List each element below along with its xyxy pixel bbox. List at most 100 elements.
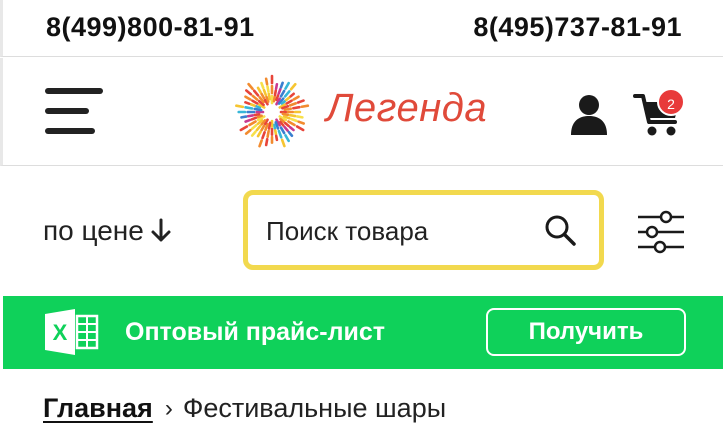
- logo-ray: [264, 137, 269, 147]
- logo-ray: [272, 95, 276, 103]
- phone-link-left[interactable]: 8(499)800-81-91: [46, 12, 255, 43]
- logo-ray: [292, 95, 300, 101]
- sort-by-price-button[interactable]: по цене: [43, 215, 172, 247]
- logo-ray: [273, 89, 278, 97]
- logo-ray: [297, 120, 305, 125]
- logo-ray: [250, 123, 258, 131]
- wholesale-price-banner: X Оптовый прайс-лист Получить: [3, 296, 723, 369]
- logo-ray: [246, 114, 254, 118]
- logo-ray: [280, 138, 286, 148]
- logo-ray: [274, 83, 279, 90]
- user-icon[interactable]: [569, 93, 609, 135]
- logo-ray: [240, 115, 248, 119]
- logo-ray: [250, 130, 257, 137]
- hamburger-menu-icon[interactable]: [45, 86, 103, 136]
- excel-icon: X: [45, 309, 99, 355]
- logo-ray: [277, 129, 283, 139]
- get-price-list-button[interactable]: Получить: [486, 308, 686, 356]
- logo-ray: [283, 90, 291, 98]
- logo-ray: [235, 104, 245, 109]
- catalog-toolbar: по цене: [0, 167, 723, 295]
- breadcrumb: Главная › Фестивальные шары: [43, 393, 446, 424]
- breadcrumb-current: Фестивальные шары: [182, 393, 447, 423]
- logo-ray: [284, 81, 290, 90]
- logo-ray: [296, 99, 305, 104]
- phone-link-right[interactable]: 8(495)737-81-91: [473, 12, 682, 43]
- site-logo[interactable]: Легенда: [233, 72, 503, 152]
- logo-ray: [256, 114, 263, 119]
- breadcrumb-separator: ›: [164, 394, 173, 422]
- logo-ray: [287, 120, 296, 127]
- logo-ray: [300, 104, 310, 109]
- logo-ray: [260, 124, 266, 132]
- logo-sunburst-icon: [235, 74, 310, 148]
- logo-ray: [295, 115, 304, 119]
- logo-ray: [264, 77, 269, 86]
- search-input[interactable]: [266, 213, 526, 249]
- logo-ray: [266, 85, 270, 93]
- arrow-down-icon: [151, 218, 171, 242]
- breadcrumb-home-link[interactable]: Главная: [43, 393, 153, 424]
- logo-ray: [261, 131, 266, 140]
- logo-ray: [267, 92, 272, 101]
- logo-ray: [295, 125, 305, 132]
- logo-ray: [262, 88, 268, 97]
- logo-ray: [285, 99, 293, 105]
- logo-ray: [253, 107, 263, 112]
- logo-ray: [279, 89, 286, 98]
- menu-line: [45, 108, 89, 114]
- search-icon[interactable]: [543, 213, 577, 247]
- logo-ray: [250, 116, 258, 121]
- filter-sliders-icon[interactable]: [636, 210, 686, 254]
- logo-ray: [244, 106, 254, 110]
- logo-ray: [290, 117, 298, 123]
- logo-ray: [251, 94, 259, 101]
- sort-label: по цене: [43, 215, 144, 246]
- logo-ray: [267, 121, 272, 130]
- logo-ray: [279, 126, 286, 135]
- logo-ray: [256, 130, 262, 138]
- logo-ray: [256, 86, 262, 94]
- logo-ray: [239, 125, 249, 132]
- logo-ray: [284, 134, 290, 143]
- svg-text:X: X: [53, 320, 68, 345]
- logo-ray: [244, 118, 252, 123]
- logo-ray: [288, 113, 297, 118]
- logo-ray: [281, 112, 290, 117]
- promo-text: Оптовый прайс-лист: [125, 318, 386, 346]
- logo-ray: [244, 128, 252, 135]
- logo-ray: [244, 95, 252, 101]
- logo-ray: [273, 129, 278, 136]
- logo-ray: [255, 124, 262, 132]
- logo-ray: [251, 99, 259, 105]
- logo-ray: [284, 96, 291, 102]
- logo-ray: [274, 134, 279, 142]
- logo-ray: [266, 129, 270, 139]
- logo-ray: [258, 139, 263, 148]
- logo-ray: [277, 87, 282, 95]
- logo-ray: [244, 101, 251, 105]
- logo-ray: [265, 95, 270, 103]
- search-box: [243, 190, 604, 270]
- logo-ray: [249, 102, 256, 107]
- logo-ray: [283, 107, 293, 112]
- logo-ray: [287, 130, 294, 138]
- logo-ray: [292, 105, 301, 110]
- logo-ray: [260, 81, 265, 90]
- logo-ray: [247, 82, 254, 91]
- logo-ray: [288, 102, 297, 107]
- logo-text: Легенда: [326, 86, 488, 130]
- logo-ray: [253, 112, 261, 117]
- logo-ray: [289, 82, 297, 91]
- logo-ray: [245, 89, 253, 96]
- logo-ray: [279, 81, 284, 89]
- logo-ray: [283, 121, 290, 128]
- menu-line: [45, 88, 103, 94]
- logo-ray: [260, 92, 266, 100]
- logo-ray: [252, 89, 260, 97]
- logo-ray: [283, 125, 289, 132]
- top-contact-bar: 8(499)800-81-91 8(495)737-81-91: [0, 0, 723, 57]
- logo-ray: [288, 125, 295, 132]
- logo-ray: [248, 120, 257, 127]
- logo-ray: [275, 94, 280, 102]
